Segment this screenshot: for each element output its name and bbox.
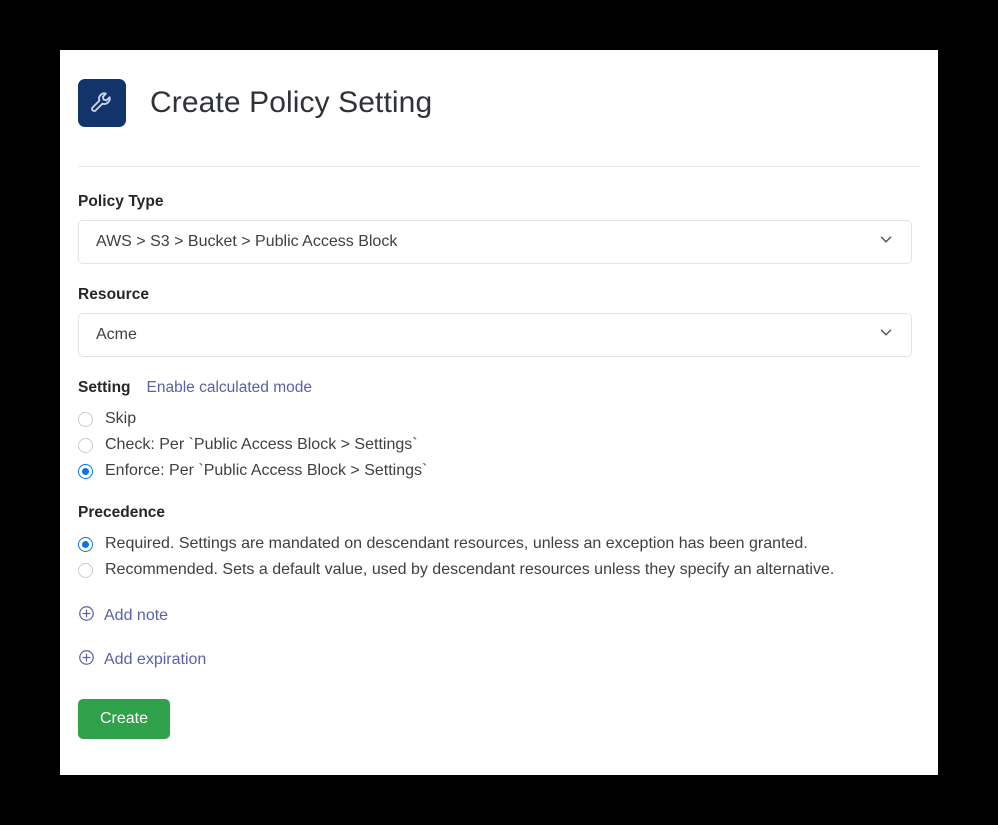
card-body: Policy Type AWS > S3 > Bucket > Public A… — [60, 167, 938, 739]
radio-indicator[interactable] — [78, 563, 93, 578]
radio-indicator[interactable] — [78, 412, 93, 427]
resource-value: Acme — [79, 326, 137, 344]
radio-indicator[interactable] — [78, 537, 93, 552]
wrench-icon — [78, 79, 126, 127]
setting-label: Setting — [78, 379, 131, 397]
add-note-button[interactable]: Add note — [78, 605, 168, 627]
enable-calculated-mode-link[interactable]: Enable calculated mode — [147, 379, 312, 397]
setting-option-enforce[interactable]: Enforce: Per `Public Access Block > Sett… — [78, 458, 920, 484]
setting-section-header: Setting Enable calculated mode — [78, 379, 920, 397]
setting-option-skip[interactable]: Skip — [78, 406, 920, 432]
page-title: Create Policy Setting — [150, 86, 432, 120]
policy-type-value: AWS > S3 > Bucket > Public Access Block — [79, 233, 397, 251]
chevron-down-icon — [877, 324, 895, 347]
plus-circle-icon — [78, 649, 95, 671]
precedence-option-recommended[interactable]: Recommended. Sets a default value, used … — [78, 557, 920, 583]
precedence-option-required[interactable]: Required. Settings are mandated on desce… — [78, 531, 920, 557]
card-header: Create Policy Setting — [60, 50, 938, 138]
radio-indicator[interactable] — [78, 464, 93, 479]
add-note-label: Add note — [104, 607, 168, 625]
policy-type-label: Policy Type — [78, 193, 920, 211]
resource-label: Resource — [78, 286, 920, 304]
chevron-down-icon — [877, 231, 895, 254]
setting-option-label: Check: Per `Public Access Block > Settin… — [105, 436, 418, 454]
setting-option-check[interactable]: Check: Per `Public Access Block > Settin… — [78, 432, 920, 458]
resource-select[interactable]: Acme — [78, 313, 912, 357]
precedence-option-label: Recommended. Sets a default value, used … — [105, 561, 834, 579]
plus-circle-icon — [78, 605, 95, 627]
create-button[interactable]: Create — [78, 699, 170, 739]
policy-type-select[interactable]: AWS > S3 > Bucket > Public Access Block — [78, 220, 912, 264]
add-expiration-label: Add expiration — [104, 651, 206, 669]
setting-option-label: Enforce: Per `Public Access Block > Sett… — [105, 462, 427, 480]
precedence-label: Precedence — [78, 504, 920, 522]
create-policy-setting-card: Create Policy Setting Policy Type AWS > … — [60, 50, 938, 775]
radio-indicator[interactable] — [78, 438, 93, 453]
precedence-option-label: Required. Settings are mandated on desce… — [105, 535, 808, 553]
setting-option-label: Skip — [105, 410, 136, 428]
add-expiration-button[interactable]: Add expiration — [78, 649, 206, 671]
